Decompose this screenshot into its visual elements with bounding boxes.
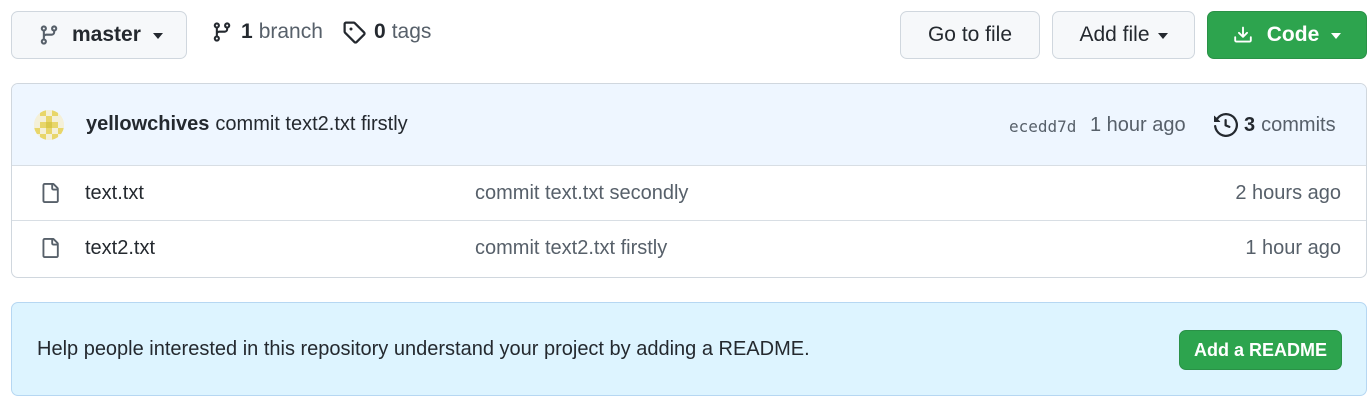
- avatar[interactable]: [34, 109, 64, 140]
- tags-link[interactable]: 0 tags: [342, 20, 431, 44]
- tags-count: 0: [374, 20, 386, 43]
- branches-label: branch: [258, 20, 323, 43]
- table-row: text.txt commit text.txt secondly 2 hour…: [12, 166, 1366, 221]
- history-icon: [1214, 113, 1238, 137]
- chevron-down-icon: [1331, 33, 1342, 39]
- code-button[interactable]: Code: [1207, 11, 1367, 59]
- commits-history-link[interactable]: 3 commits: [1214, 113, 1336, 137]
- commits-label: commits: [1261, 113, 1336, 136]
- file-name-link[interactable]: text2.txt: [85, 237, 155, 260]
- add-file-label: Add file: [1079, 23, 1150, 46]
- code-label: Code: [1266, 23, 1320, 46]
- file-commit-message-link[interactable]: commit text2.txt firstly: [475, 237, 667, 260]
- chevron-down-icon: [152, 33, 163, 39]
- tag-icon: [342, 20, 366, 44]
- file-name-link[interactable]: text.txt: [85, 182, 144, 205]
- commit-author-link[interactable]: yellowchives: [86, 113, 209, 136]
- commit-time: 1 hour ago: [1090, 114, 1186, 136]
- download-icon: [1233, 24, 1253, 46]
- add-readme-label: Add a README: [1193, 339, 1327, 360]
- go-to-file-label: Go to file: [927, 23, 1013, 46]
- branch-name: master: [72, 23, 141, 46]
- readme-prompt-banner: Help people interested in this repositor…: [11, 302, 1367, 396]
- go-to-file-button[interactable]: Go to file: [900, 11, 1040, 59]
- file-icon: [40, 237, 60, 259]
- table-row: text2.txt commit text2.txt firstly 1 hou…: [12, 221, 1366, 276]
- git-branch-icon: [211, 20, 233, 44]
- commit-sha-link[interactable]: ecedd7d: [1009, 117, 1076, 136]
- file-icon: [40, 182, 60, 204]
- file-commit-message-link[interactable]: commit text.txt secondly: [475, 182, 688, 205]
- file-listing: yellowchives commit text2.txt firstly ec…: [11, 83, 1367, 278]
- tags-label: tags: [391, 20, 432, 43]
- latest-commit-bar: yellowchives commit text2.txt firstly ec…: [12, 84, 1366, 166]
- chevron-down-icon: [1157, 33, 1168, 39]
- add-file-button[interactable]: Add file: [1052, 11, 1195, 59]
- branch-selector-button[interactable]: master: [11, 11, 187, 59]
- git-branch-icon: [38, 23, 60, 47]
- readme-prompt-message: Help people interested in this repositor…: [37, 337, 810, 360]
- file-age: 1 hour ago: [1245, 237, 1341, 259]
- commit-message-link[interactable]: commit text2.txt firstly: [215, 113, 407, 136]
- commits-count: 3: [1244, 113, 1256, 136]
- add-readme-button[interactable]: Add a README: [1179, 330, 1342, 370]
- file-age: 2 hours ago: [1235, 181, 1341, 204]
- branches-count: 1: [241, 20, 253, 43]
- branches-link[interactable]: 1 branch: [211, 20, 323, 44]
